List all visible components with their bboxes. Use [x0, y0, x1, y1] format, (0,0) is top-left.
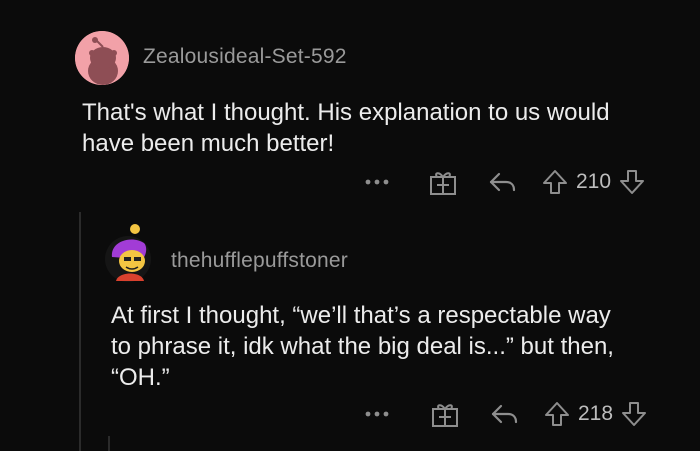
comment-actions: 210 — [364, 165, 645, 199]
comment-line: have been much better! — [82, 130, 335, 157]
avatar[interactable] — [75, 31, 129, 85]
comment-username[interactable]: Zealousideal-Set-592 — [143, 45, 347, 69]
vote-count: 210 — [576, 170, 612, 193]
comment-line: At first I thought, “we’ll that’s a resp… — [111, 302, 611, 329]
award-icon[interactable] — [430, 399, 460, 429]
comment-line: That's what I thought. His explanation t… — [82, 99, 610, 126]
avatar[interactable] — [102, 223, 158, 283]
thread-line — [79, 212, 81, 451]
upvote-icon[interactable] — [542, 169, 568, 195]
comment-line: to phrase it, idk what the big deal is..… — [111, 333, 614, 360]
downvote-icon[interactable] — [621, 401, 647, 427]
comment-line: “OH.” — [111, 364, 170, 391]
upvote-icon[interactable] — [544, 401, 570, 427]
reply-icon[interactable] — [490, 402, 520, 426]
snoo-avatar-icon — [75, 31, 129, 85]
more-options-icon[interactable] — [364, 410, 390, 418]
thread-line-nested — [108, 436, 110, 451]
downvote-icon[interactable] — [619, 169, 645, 195]
more-options-icon[interactable] — [364, 178, 390, 186]
comment-username[interactable]: thehufflepuffstoner — [171, 249, 348, 273]
award-icon[interactable] — [428, 167, 458, 197]
custom-avatar-icon — [105, 224, 151, 282]
comment-body: At first I thought, “we’ll that’s a resp… — [111, 300, 614, 393]
vote-count: 218 — [578, 402, 614, 425]
comment-actions: 218 — [364, 397, 647, 431]
comment-body: That's what I thought. His explanation t… — [82, 97, 610, 159]
reply-icon[interactable] — [488, 170, 518, 194]
